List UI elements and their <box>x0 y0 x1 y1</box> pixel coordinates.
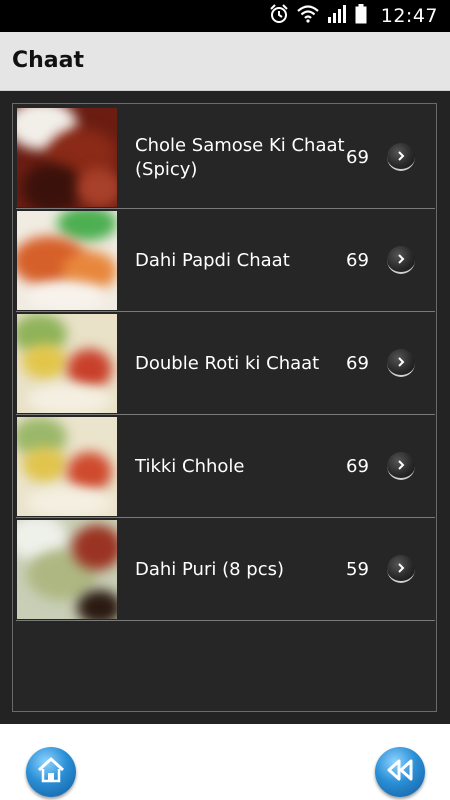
dahi-papdi-image <box>17 211 117 310</box>
item-price: 69 <box>346 147 369 168</box>
chevron-right-icon[interactable] <box>387 246 415 274</box>
chole-samose-image <box>17 108 117 207</box>
menu-list[interactable]: Chole Samose Ki Chaat (Spicy) 69 Dahi Pa… <box>16 107 435 621</box>
double-roti-image <box>17 314 117 413</box>
item-price: 69 <box>346 456 369 477</box>
dahi-puri-image <box>17 520 117 619</box>
menu-item-dahi-papdi-chaat[interactable]: Dahi Papdi Chaat 69 <box>16 210 435 312</box>
chevron-right-icon[interactable] <box>387 143 415 171</box>
item-price: 59 <box>346 559 369 580</box>
chevron-right-icon[interactable] <box>387 452 415 480</box>
menu-list-frame: Chole Samose Ki Chaat (Spicy) 69 Dahi Pa… <box>12 103 437 712</box>
signal-icon <box>327 5 347 27</box>
battery-icon <box>355 4 367 28</box>
status-time: 12:47 <box>380 5 438 27</box>
action-bar: Chaat <box>0 32 450 91</box>
menu-item-dahi-puri[interactable]: Dahi Puri (8 pcs) 59 <box>16 519 435 621</box>
home-button[interactable] <box>26 747 76 797</box>
chevron-right-icon[interactable] <box>387 555 415 583</box>
item-price: 69 <box>346 250 369 271</box>
home-icon <box>37 757 65 787</box>
item-price: 69 <box>346 353 369 374</box>
back-button[interactable] <box>375 747 425 797</box>
menu-item-chole-samose-ki-chaat[interactable]: Chole Samose Ki Chaat (Spicy) 69 <box>16 107 435 209</box>
page-title: Chaat <box>12 48 85 73</box>
wifi-icon <box>296 5 319 27</box>
item-name: Tikki Chhole <box>135 455 245 477</box>
content-area: Chole Samose Ki Chaat (Spicy) 69 Dahi Pa… <box>0 91 450 724</box>
bottom-navigation <box>0 724 450 800</box>
item-name: Double Roti ki Chaat <box>135 352 320 374</box>
item-name: Dahi Papdi Chaat <box>135 249 290 271</box>
menu-item-double-roti-ki-chaat[interactable]: Double Roti ki Chaat 69 <box>16 313 435 415</box>
menu-item-tikki-chhole[interactable]: Tikki Chhole 69 <box>16 416 435 518</box>
status-bar: 12:47 <box>0 0 450 32</box>
alarm-icon <box>269 4 289 28</box>
item-name: Dahi Puri (8 pcs) <box>135 558 285 580</box>
item-name: Chole Samose Ki Chaat (Spicy) <box>135 134 345 180</box>
tikki-chhole-image <box>17 417 117 516</box>
rewind-icon <box>386 758 414 786</box>
chevron-right-icon[interactable] <box>387 349 415 377</box>
